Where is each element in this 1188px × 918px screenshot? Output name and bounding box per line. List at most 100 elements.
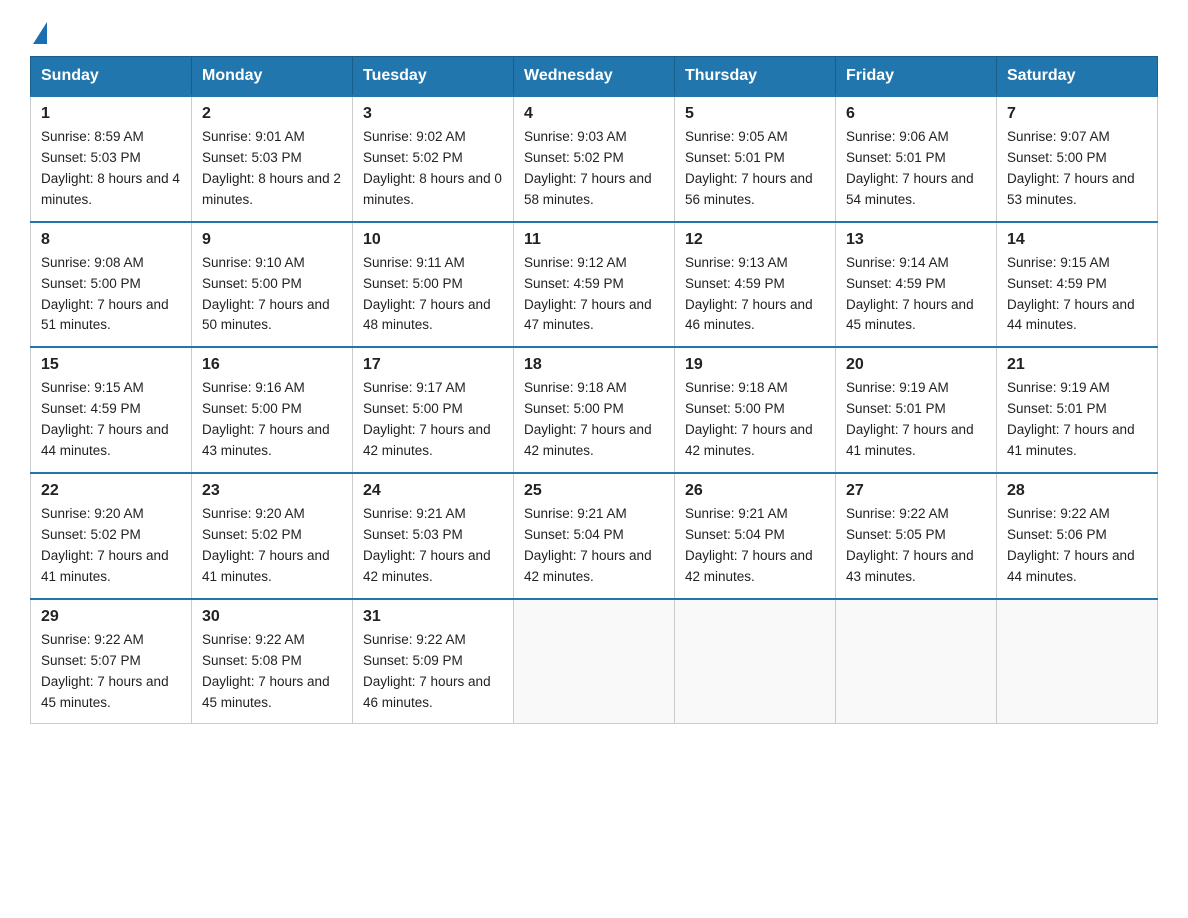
day-number: 22 — [41, 482, 181, 500]
day-number: 7 — [1007, 105, 1147, 123]
calendar-day-cell: 4 Sunrise: 9:03 AMSunset: 5:02 PMDayligh… — [514, 96, 675, 222]
day-info: Sunrise: 9:10 AMSunset: 5:00 PMDaylight:… — [202, 253, 342, 337]
calendar-day-cell: 14 Sunrise: 9:15 AMSunset: 4:59 PMDaylig… — [997, 222, 1158, 348]
day-info: Sunrise: 9:21 AMSunset: 5:04 PMDaylight:… — [685, 504, 825, 588]
day-info: Sunrise: 9:22 AMSunset: 5:05 PMDaylight:… — [846, 504, 986, 588]
calendar-day-cell — [675, 599, 836, 724]
day-number: 24 — [363, 482, 503, 500]
calendar-day-cell: 16 Sunrise: 9:16 AMSunset: 5:00 PMDaylig… — [192, 347, 353, 473]
day-number: 23 — [202, 482, 342, 500]
calendar-day-cell: 9 Sunrise: 9:10 AMSunset: 5:00 PMDayligh… — [192, 222, 353, 348]
calendar-day-cell: 28 Sunrise: 9:22 AMSunset: 5:06 PMDaylig… — [997, 473, 1158, 599]
calendar-day-cell: 21 Sunrise: 9:19 AMSunset: 5:01 PMDaylig… — [997, 347, 1158, 473]
day-info: Sunrise: 9:18 AMSunset: 5:00 PMDaylight:… — [524, 378, 664, 462]
day-info: Sunrise: 9:03 AMSunset: 5:02 PMDaylight:… — [524, 127, 664, 211]
calendar-day-cell — [997, 599, 1158, 724]
day-number: 28 — [1007, 482, 1147, 500]
calendar-day-cell: 8 Sunrise: 9:08 AMSunset: 5:00 PMDayligh… — [31, 222, 192, 348]
weekday-header-monday: Monday — [192, 57, 353, 97]
calendar-day-cell: 31 Sunrise: 9:22 AMSunset: 5:09 PMDaylig… — [353, 599, 514, 724]
calendar-day-cell: 10 Sunrise: 9:11 AMSunset: 5:00 PMDaylig… — [353, 222, 514, 348]
day-info: Sunrise: 9:22 AMSunset: 5:08 PMDaylight:… — [202, 630, 342, 714]
day-number: 5 — [685, 105, 825, 123]
weekday-header-row: SundayMondayTuesdayWednesdayThursdayFrid… — [31, 57, 1158, 97]
calendar-week-row: 8 Sunrise: 9:08 AMSunset: 5:00 PMDayligh… — [31, 222, 1158, 348]
weekday-header-friday: Friday — [836, 57, 997, 97]
day-number: 18 — [524, 356, 664, 374]
day-number: 13 — [846, 231, 986, 249]
calendar-week-row: 15 Sunrise: 9:15 AMSunset: 4:59 PMDaylig… — [31, 347, 1158, 473]
calendar-day-cell: 19 Sunrise: 9:18 AMSunset: 5:00 PMDaylig… — [675, 347, 836, 473]
day-number: 21 — [1007, 356, 1147, 374]
day-info: Sunrise: 9:21 AMSunset: 5:04 PMDaylight:… — [524, 504, 664, 588]
calendar-day-cell — [836, 599, 997, 724]
day-info: Sunrise: 9:15 AMSunset: 4:59 PMDaylight:… — [41, 378, 181, 462]
weekday-header-saturday: Saturday — [997, 57, 1158, 97]
day-info: Sunrise: 9:20 AMSunset: 5:02 PMDaylight:… — [41, 504, 181, 588]
calendar-day-cell: 5 Sunrise: 9:05 AMSunset: 5:01 PMDayligh… — [675, 96, 836, 222]
day-number: 1 — [41, 105, 181, 123]
calendar-day-cell: 11 Sunrise: 9:12 AMSunset: 4:59 PMDaylig… — [514, 222, 675, 348]
calendar-day-cell: 2 Sunrise: 9:01 AMSunset: 5:03 PMDayligh… — [192, 96, 353, 222]
day-info: Sunrise: 9:07 AMSunset: 5:00 PMDaylight:… — [1007, 127, 1147, 211]
calendar-day-cell: 26 Sunrise: 9:21 AMSunset: 5:04 PMDaylig… — [675, 473, 836, 599]
day-info: Sunrise: 8:59 AMSunset: 5:03 PMDaylight:… — [41, 127, 181, 211]
day-number: 25 — [524, 482, 664, 500]
day-number: 20 — [846, 356, 986, 374]
day-number: 26 — [685, 482, 825, 500]
calendar-day-cell: 17 Sunrise: 9:17 AMSunset: 5:00 PMDaylig… — [353, 347, 514, 473]
day-number: 4 — [524, 105, 664, 123]
calendar-day-cell — [514, 599, 675, 724]
day-info: Sunrise: 9:15 AMSunset: 4:59 PMDaylight:… — [1007, 253, 1147, 337]
day-info: Sunrise: 9:08 AMSunset: 5:00 PMDaylight:… — [41, 253, 181, 337]
day-number: 16 — [202, 356, 342, 374]
calendar-table: SundayMondayTuesdayWednesdayThursdayFrid… — [30, 56, 1158, 724]
day-info: Sunrise: 9:22 AMSunset: 5:09 PMDaylight:… — [363, 630, 503, 714]
day-number: 27 — [846, 482, 986, 500]
calendar-day-cell: 12 Sunrise: 9:13 AMSunset: 4:59 PMDaylig… — [675, 222, 836, 348]
day-number: 6 — [846, 105, 986, 123]
day-number: 2 — [202, 105, 342, 123]
day-info: Sunrise: 9:19 AMSunset: 5:01 PMDaylight:… — [1007, 378, 1147, 462]
day-info: Sunrise: 9:22 AMSunset: 5:07 PMDaylight:… — [41, 630, 181, 714]
day-info: Sunrise: 9:02 AMSunset: 5:02 PMDaylight:… — [363, 127, 503, 211]
day-info: Sunrise: 9:18 AMSunset: 5:00 PMDaylight:… — [685, 378, 825, 462]
day-number: 12 — [685, 231, 825, 249]
calendar-day-cell: 7 Sunrise: 9:07 AMSunset: 5:00 PMDayligh… — [997, 96, 1158, 222]
day-info: Sunrise: 9:20 AMSunset: 5:02 PMDaylight:… — [202, 504, 342, 588]
weekday-header-sunday: Sunday — [31, 57, 192, 97]
logo-triangle-icon — [33, 22, 47, 44]
day-number: 31 — [363, 608, 503, 626]
day-info: Sunrise: 9:19 AMSunset: 5:01 PMDaylight:… — [846, 378, 986, 462]
day-info: Sunrise: 9:05 AMSunset: 5:01 PMDaylight:… — [685, 127, 825, 211]
day-number: 29 — [41, 608, 181, 626]
calendar-day-cell: 15 Sunrise: 9:15 AMSunset: 4:59 PMDaylig… — [31, 347, 192, 473]
day-number: 10 — [363, 231, 503, 249]
day-number: 15 — [41, 356, 181, 374]
day-info: Sunrise: 9:13 AMSunset: 4:59 PMDaylight:… — [685, 253, 825, 337]
calendar-day-cell: 24 Sunrise: 9:21 AMSunset: 5:03 PMDaylig… — [353, 473, 514, 599]
day-info: Sunrise: 9:01 AMSunset: 5:03 PMDaylight:… — [202, 127, 342, 211]
weekday-header-wednesday: Wednesday — [514, 57, 675, 97]
page-header — [30, 20, 1158, 40]
calendar-day-cell: 27 Sunrise: 9:22 AMSunset: 5:05 PMDaylig… — [836, 473, 997, 599]
day-info: Sunrise: 9:21 AMSunset: 5:03 PMDaylight:… — [363, 504, 503, 588]
day-number: 17 — [363, 356, 503, 374]
calendar-day-cell: 6 Sunrise: 9:06 AMSunset: 5:01 PMDayligh… — [836, 96, 997, 222]
calendar-day-cell: 3 Sunrise: 9:02 AMSunset: 5:02 PMDayligh… — [353, 96, 514, 222]
day-number: 3 — [363, 105, 503, 123]
calendar-day-cell: 25 Sunrise: 9:21 AMSunset: 5:04 PMDaylig… — [514, 473, 675, 599]
day-info: Sunrise: 9:16 AMSunset: 5:00 PMDaylight:… — [202, 378, 342, 462]
weekday-header-tuesday: Tuesday — [353, 57, 514, 97]
calendar-day-cell: 30 Sunrise: 9:22 AMSunset: 5:08 PMDaylig… — [192, 599, 353, 724]
day-number: 14 — [1007, 231, 1147, 249]
calendar-week-row: 29 Sunrise: 9:22 AMSunset: 5:07 PMDaylig… — [31, 599, 1158, 724]
day-number: 19 — [685, 356, 825, 374]
day-info: Sunrise: 9:17 AMSunset: 5:00 PMDaylight:… — [363, 378, 503, 462]
calendar-day-cell: 23 Sunrise: 9:20 AMSunset: 5:02 PMDaylig… — [192, 473, 353, 599]
calendar-day-cell: 1 Sunrise: 8:59 AMSunset: 5:03 PMDayligh… — [31, 96, 192, 222]
logo — [30, 20, 47, 40]
day-number: 9 — [202, 231, 342, 249]
day-info: Sunrise: 9:14 AMSunset: 4:59 PMDaylight:… — [846, 253, 986, 337]
day-info: Sunrise: 9:22 AMSunset: 5:06 PMDaylight:… — [1007, 504, 1147, 588]
